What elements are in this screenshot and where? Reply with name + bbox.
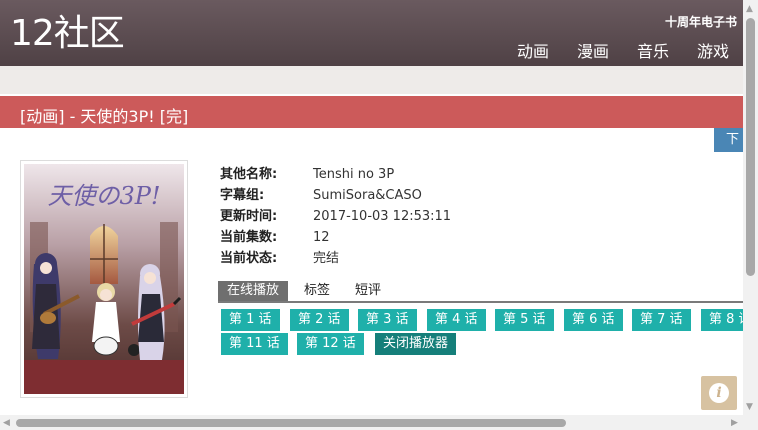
- scrollbar-corner: [743, 415, 758, 430]
- episode-button[interactable]: 第 8 话: [701, 309, 743, 331]
- sub-navigation-bar: [0, 66, 743, 94]
- episode-button[interactable]: 第 1 话: [221, 309, 280, 331]
- site-logo[interactable]: 12社区: [10, 14, 125, 54]
- info-label: 当前状态:: [220, 251, 278, 266]
- info-row-subgroup: 字幕组: SumiSora&CASO: [220, 185, 451, 206]
- info-row-updated: 更新时间: 2017-10-03 12:53:11: [220, 206, 451, 227]
- episode-button[interactable]: 第 3 话: [358, 309, 417, 331]
- episode-button[interactable]: 第 2 话: [290, 309, 349, 331]
- episode-button[interactable]: 第 4 话: [427, 309, 486, 331]
- info-label: 其他名称:: [220, 167, 278, 182]
- promo-link-anniversary-ebook[interactable]: 十周年电子书: [665, 13, 737, 30]
- nav-item-games[interactable]: 游戏: [697, 38, 729, 62]
- episode-button[interactable]: 第 7 话: [632, 309, 691, 331]
- tab-tags[interactable]: 标签: [295, 281, 339, 301]
- cover-title-lettering: 天使の3P!: [47, 182, 160, 210]
- episode-button[interactable]: 第 12 话: [297, 333, 364, 355]
- scroll-up-arrow-icon[interactable]: ▲: [746, 4, 753, 14]
- tab-online-play[interactable]: 在线播放: [218, 281, 289, 301]
- info-value: Tenshi no 3P: [313, 167, 395, 182]
- nav-item-anime[interactable]: 动画: [517, 38, 549, 62]
- info-value: 2017-10-03 12:53:11: [313, 209, 452, 224]
- cover-image: 天使の3P!: [20, 160, 188, 398]
- scroll-down-arrow-icon[interactable]: ▼: [746, 402, 753, 412]
- info-label: 当前集数:: [220, 230, 278, 245]
- info-value: 12: [313, 230, 330, 245]
- content-tabs: 在线播放 标签 短评: [218, 281, 743, 303]
- scroll-right-arrow-icon[interactable]: ▶: [731, 418, 738, 428]
- vertical-scrollbar-thumb[interactable]: [746, 18, 755, 276]
- download-tab[interactable]: 下: [714, 128, 743, 152]
- page-title-bar: [动画] - 天使的3P! [完]: [0, 96, 743, 128]
- tab-short-reviews[interactable]: 短评: [346, 281, 390, 301]
- episode-button[interactable]: 第 6 话: [564, 309, 623, 331]
- info-value: 完结: [313, 251, 340, 266]
- site-header: 12社区 十周年电子书 动画 漫画 音乐 游戏: [0, 0, 743, 66]
- info-row-episode-count: 当前集数: 12: [220, 227, 451, 248]
- main-nav: 动画 漫画 音乐 游戏: [489, 38, 729, 62]
- info-label: 字幕组:: [220, 188, 265, 203]
- horizontal-scrollbar-thumb[interactable]: [16, 419, 566, 427]
- info-row-alt-name: 其他名称: Tenshi no 3P: [220, 164, 451, 185]
- cover-artwork: 天使の3P!: [24, 164, 184, 394]
- close-player-button[interactable]: 关闭播放器: [375, 333, 457, 355]
- info-label: 更新时间:: [220, 209, 278, 224]
- episode-button[interactable]: 第 5 话: [495, 309, 554, 331]
- scroll-left-arrow-icon[interactable]: ◀: [3, 418, 10, 428]
- page-title: [动画] - 天使的3P! [完]: [20, 107, 189, 126]
- nav-item-music[interactable]: 音乐: [637, 38, 669, 62]
- nav-item-manga[interactable]: 漫画: [577, 38, 609, 62]
- info-value: SumiSora&CASO: [313, 188, 422, 203]
- info-button[interactable]: i: [701, 376, 737, 410]
- info-icon: i: [709, 383, 729, 403]
- episode-button[interactable]: 第 11 话: [221, 333, 288, 355]
- vertical-scrollbar[interactable]: ▲ ▼: [743, 0, 758, 415]
- horizontal-scrollbar[interactable]: ◀ ▶: [0, 415, 743, 430]
- info-row-status: 当前状态: 完结: [220, 248, 451, 269]
- anime-info: 其他名称: Tenshi no 3P 字幕组: SumiSora&CASO 更新时间…: [220, 164, 451, 269]
